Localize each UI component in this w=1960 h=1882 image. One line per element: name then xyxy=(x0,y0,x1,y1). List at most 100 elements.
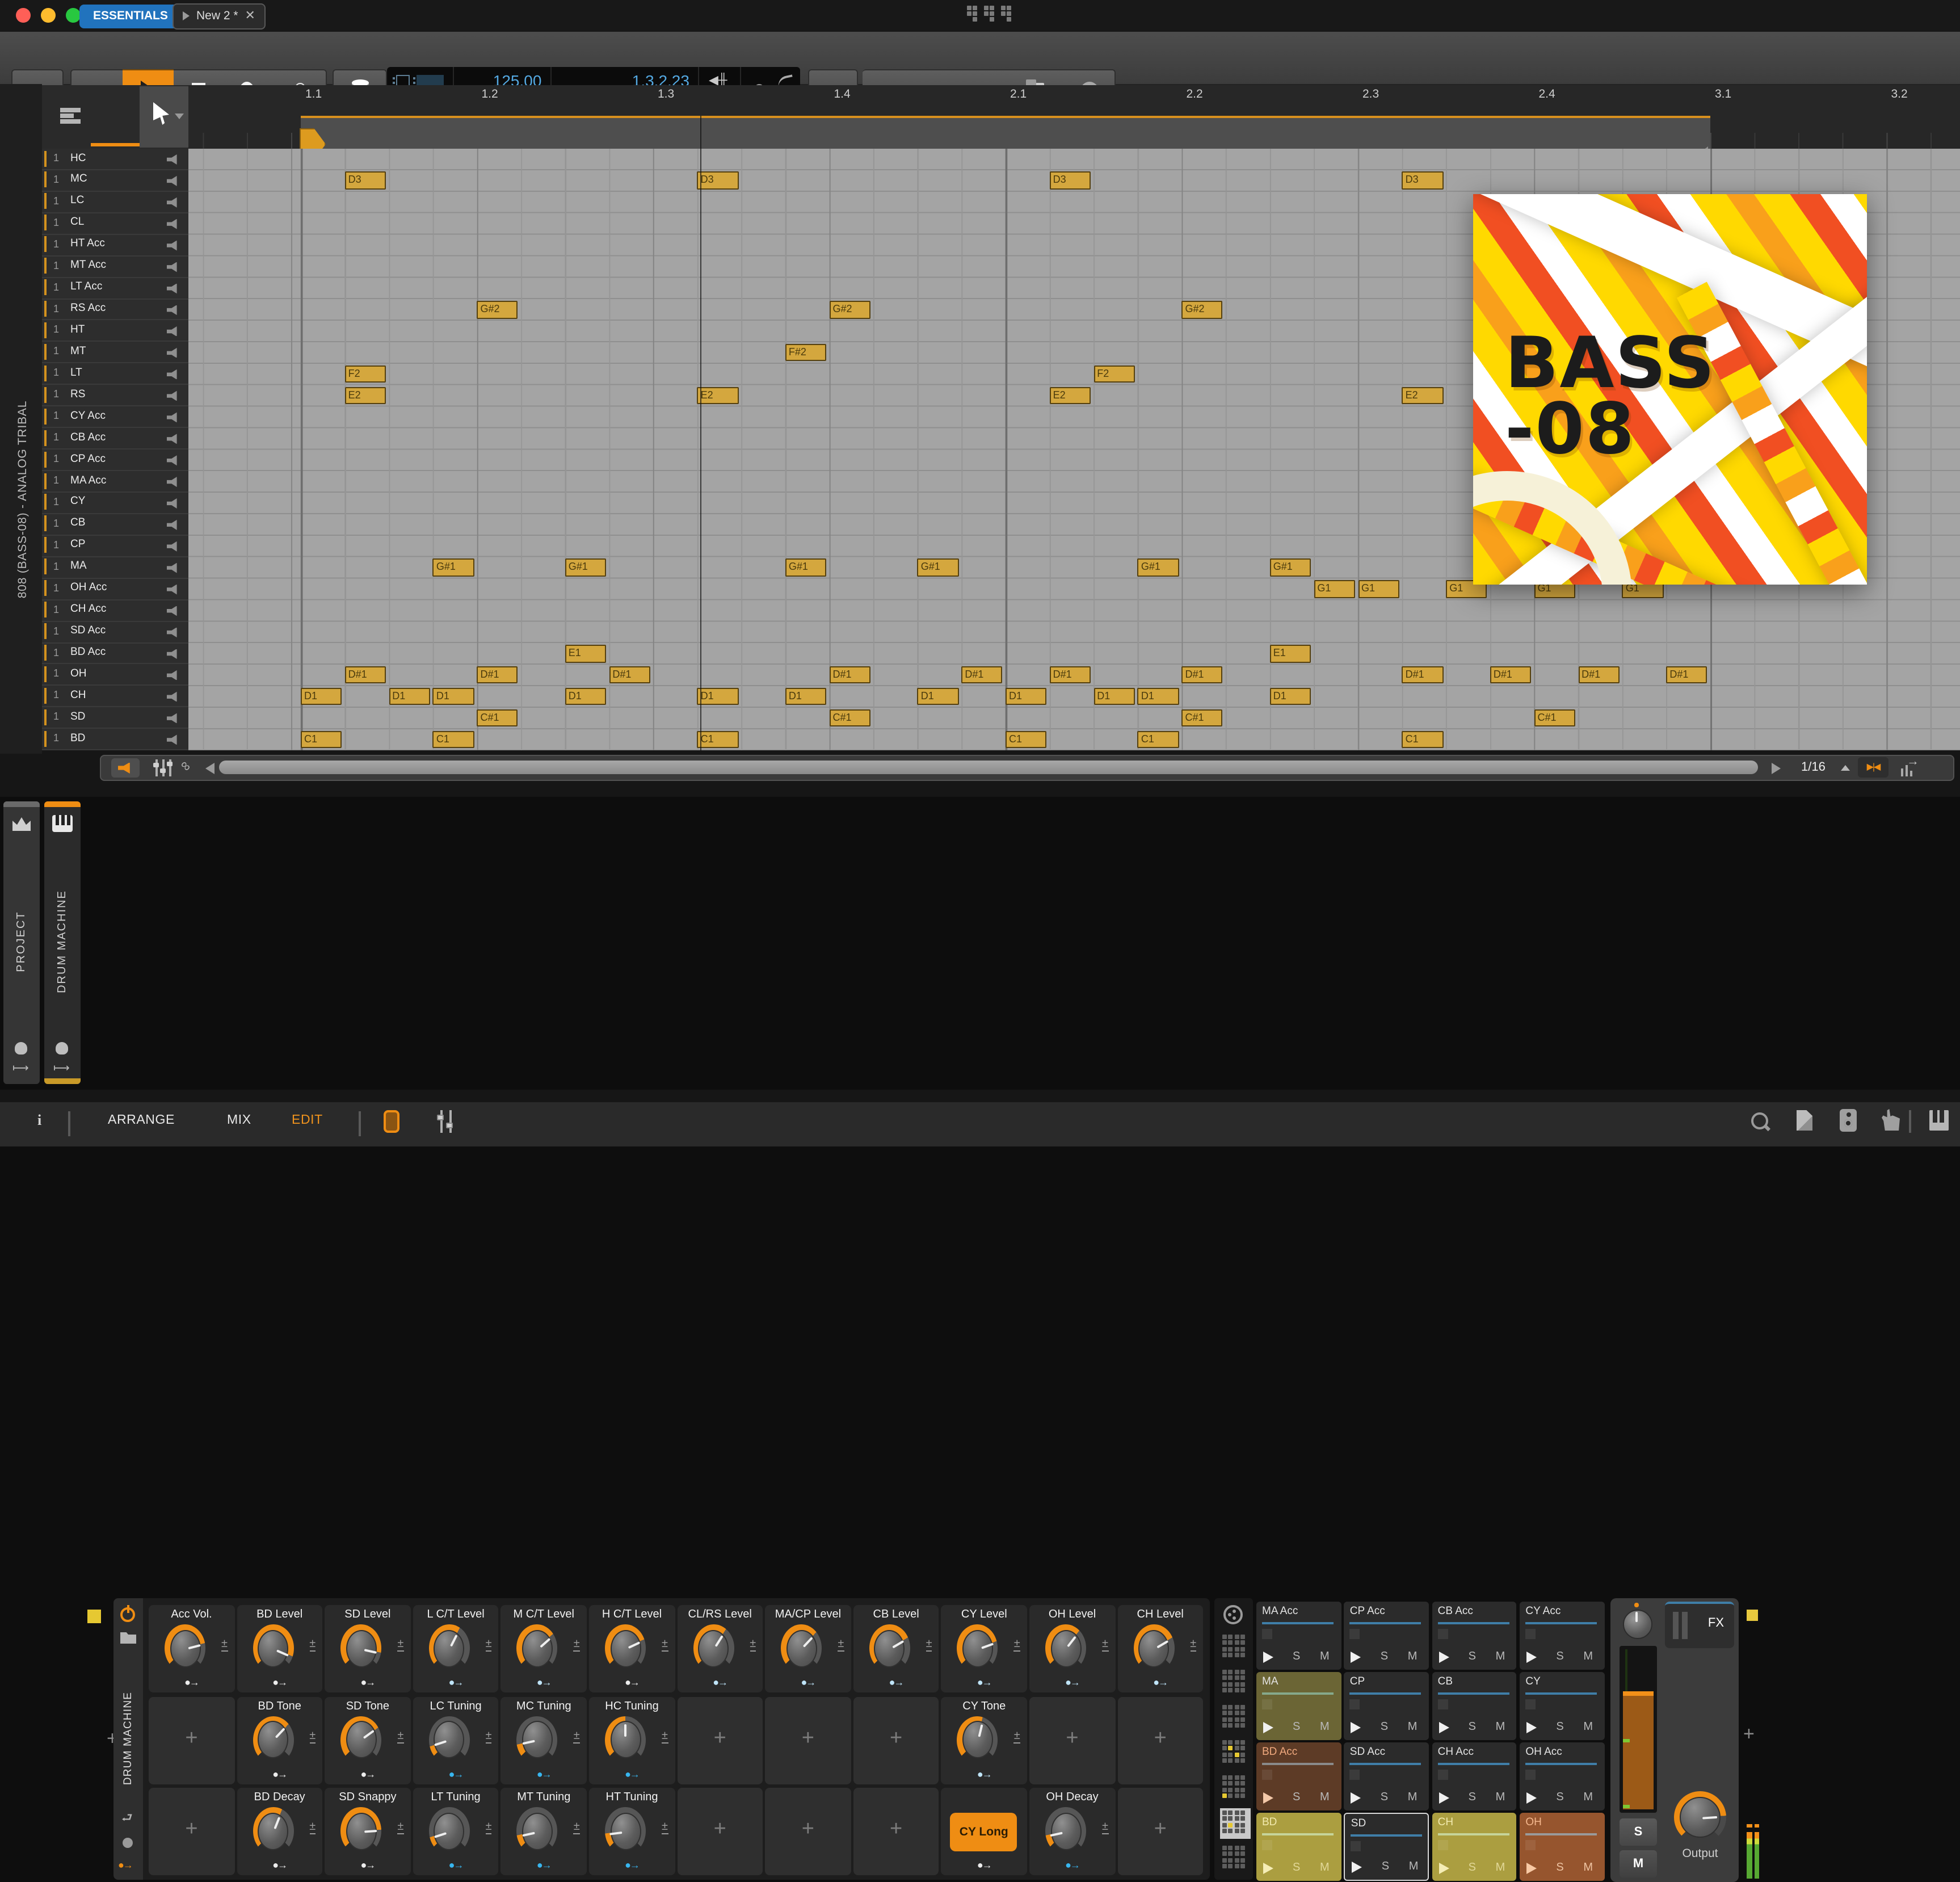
track-row[interactable]: 1 CH Acc xyxy=(42,600,188,622)
pad-solo-button[interactable]: S xyxy=(1293,1650,1300,1662)
pad-solo-button[interactable]: S xyxy=(1382,1860,1389,1872)
track-row[interactable]: 1 HT Acc xyxy=(42,234,188,257)
track-row[interactable]: 1 OH xyxy=(42,665,188,686)
pad-swatch[interactable] xyxy=(1525,1840,1536,1850)
midi-note[interactable]: D1 xyxy=(432,687,474,705)
midi-note[interactable]: D3 xyxy=(344,171,386,190)
param-cell[interactable]: CY Tone ± ●→ xyxy=(941,1696,1027,1784)
stepper-icon[interactable]: ± xyxy=(838,1638,844,1652)
midi-note[interactable]: D#1 xyxy=(1049,666,1091,684)
mute-speaker-icon[interactable] xyxy=(167,262,177,272)
project-tab[interactable]: New 2 * ✕ xyxy=(173,3,266,29)
device-power-icon[interactable] xyxy=(120,1605,135,1622)
empty-param-cell[interactable]: + xyxy=(853,1696,939,1784)
monitor-speaker-icon[interactable] xyxy=(1840,1109,1857,1132)
param-knob[interactable] xyxy=(516,1716,558,1763)
timeline-ruler[interactable]: 1.1 1.2 1.3 1.4 2.1 2.2 2.3 2.4 3.1 3.2 xyxy=(188,85,1960,149)
midi-note[interactable]: C#1 xyxy=(829,709,870,727)
mixer-panel-icon[interactable] xyxy=(437,1110,457,1133)
track-row[interactable]: 1 LC xyxy=(42,192,188,213)
midi-note[interactable]: C1 xyxy=(1006,730,1047,749)
param-cell[interactable]: BD Tone ± ●→ xyxy=(237,1696,323,1784)
param-cell[interactable]: SD Tone ± ●→ xyxy=(325,1696,411,1784)
add-param-icon[interactable]: + xyxy=(765,1817,851,1842)
knob-mode-icon[interactable] xyxy=(123,1838,133,1848)
param-knob[interactable] xyxy=(253,1624,294,1672)
param-knob[interactable] xyxy=(869,1624,910,1672)
param-cell[interactable]: LC Tuning ± ●→ xyxy=(413,1696,499,1784)
mute-speaker-icon[interactable] xyxy=(167,713,177,724)
pad-play-icon[interactable] xyxy=(1351,1721,1361,1733)
link-icon[interactable]: ∞ xyxy=(177,756,200,779)
param-cell[interactable]: SD Snappy ± ●→ xyxy=(325,1788,411,1875)
drum-pad-cb[interactable]: CB S M xyxy=(1432,1672,1517,1740)
modulation-route-icon[interactable]: ●→ xyxy=(501,1768,587,1779)
param-cell[interactable]: CL/RS Level ± ●→ xyxy=(677,1605,763,1692)
param-knob[interactable] xyxy=(516,1624,558,1672)
modulation-route-icon[interactable]: ●→ xyxy=(237,1859,322,1871)
param-knob[interactable] xyxy=(1045,1624,1086,1672)
midi-note[interactable]: C1 xyxy=(301,730,342,749)
track-row[interactable]: 1 MA xyxy=(42,557,188,579)
pad-swatch[interactable] xyxy=(1262,1699,1272,1709)
track-row[interactable]: 1 SD Acc xyxy=(42,621,188,643)
drum-pad-ch[interactable]: CH S M xyxy=(1432,1813,1517,1880)
track-row[interactable]: 1 HT xyxy=(42,321,188,342)
param-knob[interactable] xyxy=(605,1807,646,1855)
add-param-icon[interactable]: + xyxy=(765,1726,851,1751)
mute-speaker-icon[interactable] xyxy=(167,347,177,358)
stepper-icon[interactable]: ± xyxy=(485,1729,492,1743)
midi-note[interactable]: G#1 xyxy=(565,558,607,577)
modulation-route-icon[interactable]: ●→ xyxy=(941,1768,1027,1779)
midi-note[interactable]: D1 xyxy=(301,687,342,705)
pad-play-icon[interactable] xyxy=(1526,1651,1537,1662)
mute-speaker-icon[interactable] xyxy=(167,434,177,444)
param-knob[interactable] xyxy=(605,1716,646,1763)
pad-solo-button[interactable]: S xyxy=(1381,1650,1388,1662)
track-row[interactable]: 1 CB Acc xyxy=(42,428,188,450)
scroll-right-icon[interactable] xyxy=(1772,762,1781,774)
mute-speaker-icon[interactable] xyxy=(167,734,177,745)
essentials-badge[interactable]: ESSENTIALS xyxy=(79,4,182,28)
empty-param-cell[interactable]: + xyxy=(1117,1696,1204,1784)
param-cell[interactable]: BD Decay ± ●→ xyxy=(237,1788,323,1875)
param-knob[interactable] xyxy=(1045,1807,1086,1855)
drum-pad-cy[interactable]: CY S M xyxy=(1520,1672,1605,1740)
pad-mute-button[interactable]: M xyxy=(1409,1860,1419,1872)
mute-speaker-icon[interactable] xyxy=(167,154,177,165)
pad-mute-button[interactable]: M xyxy=(1583,1861,1593,1873)
midi-note[interactable]: C1 xyxy=(1402,730,1443,749)
midi-note[interactable]: E2 xyxy=(697,387,738,405)
midi-note[interactable]: D#1 xyxy=(1490,666,1532,684)
param-knob[interactable] xyxy=(428,1807,470,1855)
mute-speaker-icon[interactable] xyxy=(167,326,177,337)
drum-pad-cb-acc[interactable]: CB Acc S M xyxy=(1432,1602,1517,1669)
param-cell[interactable]: MC Tuning ± ●→ xyxy=(500,1696,587,1784)
track-row[interactable]: 1 CP xyxy=(42,536,188,557)
add-param-icon[interactable]: + xyxy=(853,1817,939,1842)
param-knob[interactable] xyxy=(428,1716,470,1763)
pad-play-icon[interactable] xyxy=(1263,1721,1273,1733)
stepper-icon[interactable]: ± xyxy=(750,1638,756,1652)
add-param-icon[interactable]: + xyxy=(1117,1726,1203,1751)
midi-note[interactable]: C#1 xyxy=(477,709,518,727)
pad-solo-button[interactable]: S xyxy=(1469,1861,1476,1873)
clip-side-strip[interactable]: 808 (BASS-08) - ANALOG TRIBAL xyxy=(0,84,42,754)
mute-speaker-icon[interactable] xyxy=(167,369,177,380)
modulation-route-icon[interactable]: ●→ xyxy=(1029,1677,1115,1688)
midi-note[interactable]: G#2 xyxy=(1181,300,1223,319)
add-param-icon[interactable]: + xyxy=(677,1726,763,1751)
pad-mute-button[interactable]: M xyxy=(1583,1791,1593,1803)
modulation-route-icon[interactable]: ●→ xyxy=(941,1859,1027,1871)
solo-button[interactable]: S xyxy=(1620,1818,1657,1846)
param-knob[interactable] xyxy=(340,1807,382,1855)
param-knob[interactable] xyxy=(340,1624,382,1672)
detail-panel-icon[interactable] xyxy=(384,1110,399,1133)
midi-note[interactable]: D#1 xyxy=(961,666,1003,684)
empty-param-cell[interactable]: + xyxy=(765,1788,851,1875)
pad-play-icon[interactable] xyxy=(1526,1721,1537,1733)
midi-note[interactable]: D1 xyxy=(785,687,827,705)
pad-mute-button[interactable]: M xyxy=(1320,1791,1330,1803)
mute-speaker-icon[interactable] xyxy=(167,627,177,638)
drum-pad-bd[interactable]: BD S M xyxy=(1256,1813,1341,1880)
